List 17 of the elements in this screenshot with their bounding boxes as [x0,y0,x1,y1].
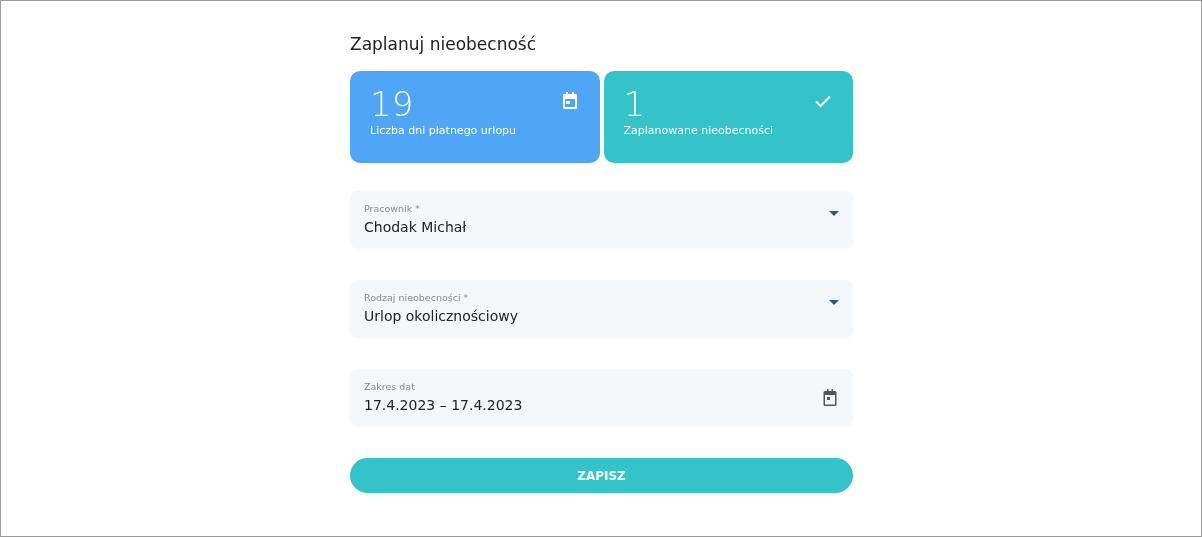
field-label: Rodzaj nieobecności * [364,291,470,304]
calendar-icon [821,388,839,407]
stat-value: 19 [370,85,414,123]
select-field[interactable]: Pracownik * Chodak Michał [350,191,853,248]
field-value: Chodak Michał [364,218,467,237]
field-value: 17.4.2023 – 17.4.2023 [364,396,523,415]
caret-icon [829,211,839,216]
page-title: Zaplanuj nieobecność [350,33,537,56]
field-label: Zakres dat [364,380,416,393]
stat-label: Liczba dni płatnego urlopu [370,124,518,137]
caret-icon [829,300,839,305]
stat-value: 1 [623,85,646,123]
select-field[interactable]: Rodzaj nieobecności * Urlop okolicznościowy [350,280,853,337]
date-range-field[interactable]: Zakres dat 17.4.2023 – 17.4.2023 [350,369,853,426]
stat-label: Zaplanowane nieobecności [623,124,775,137]
field-value: Urlop okolicznościowy [364,307,518,326]
field-label: Pracownik * [364,202,422,215]
